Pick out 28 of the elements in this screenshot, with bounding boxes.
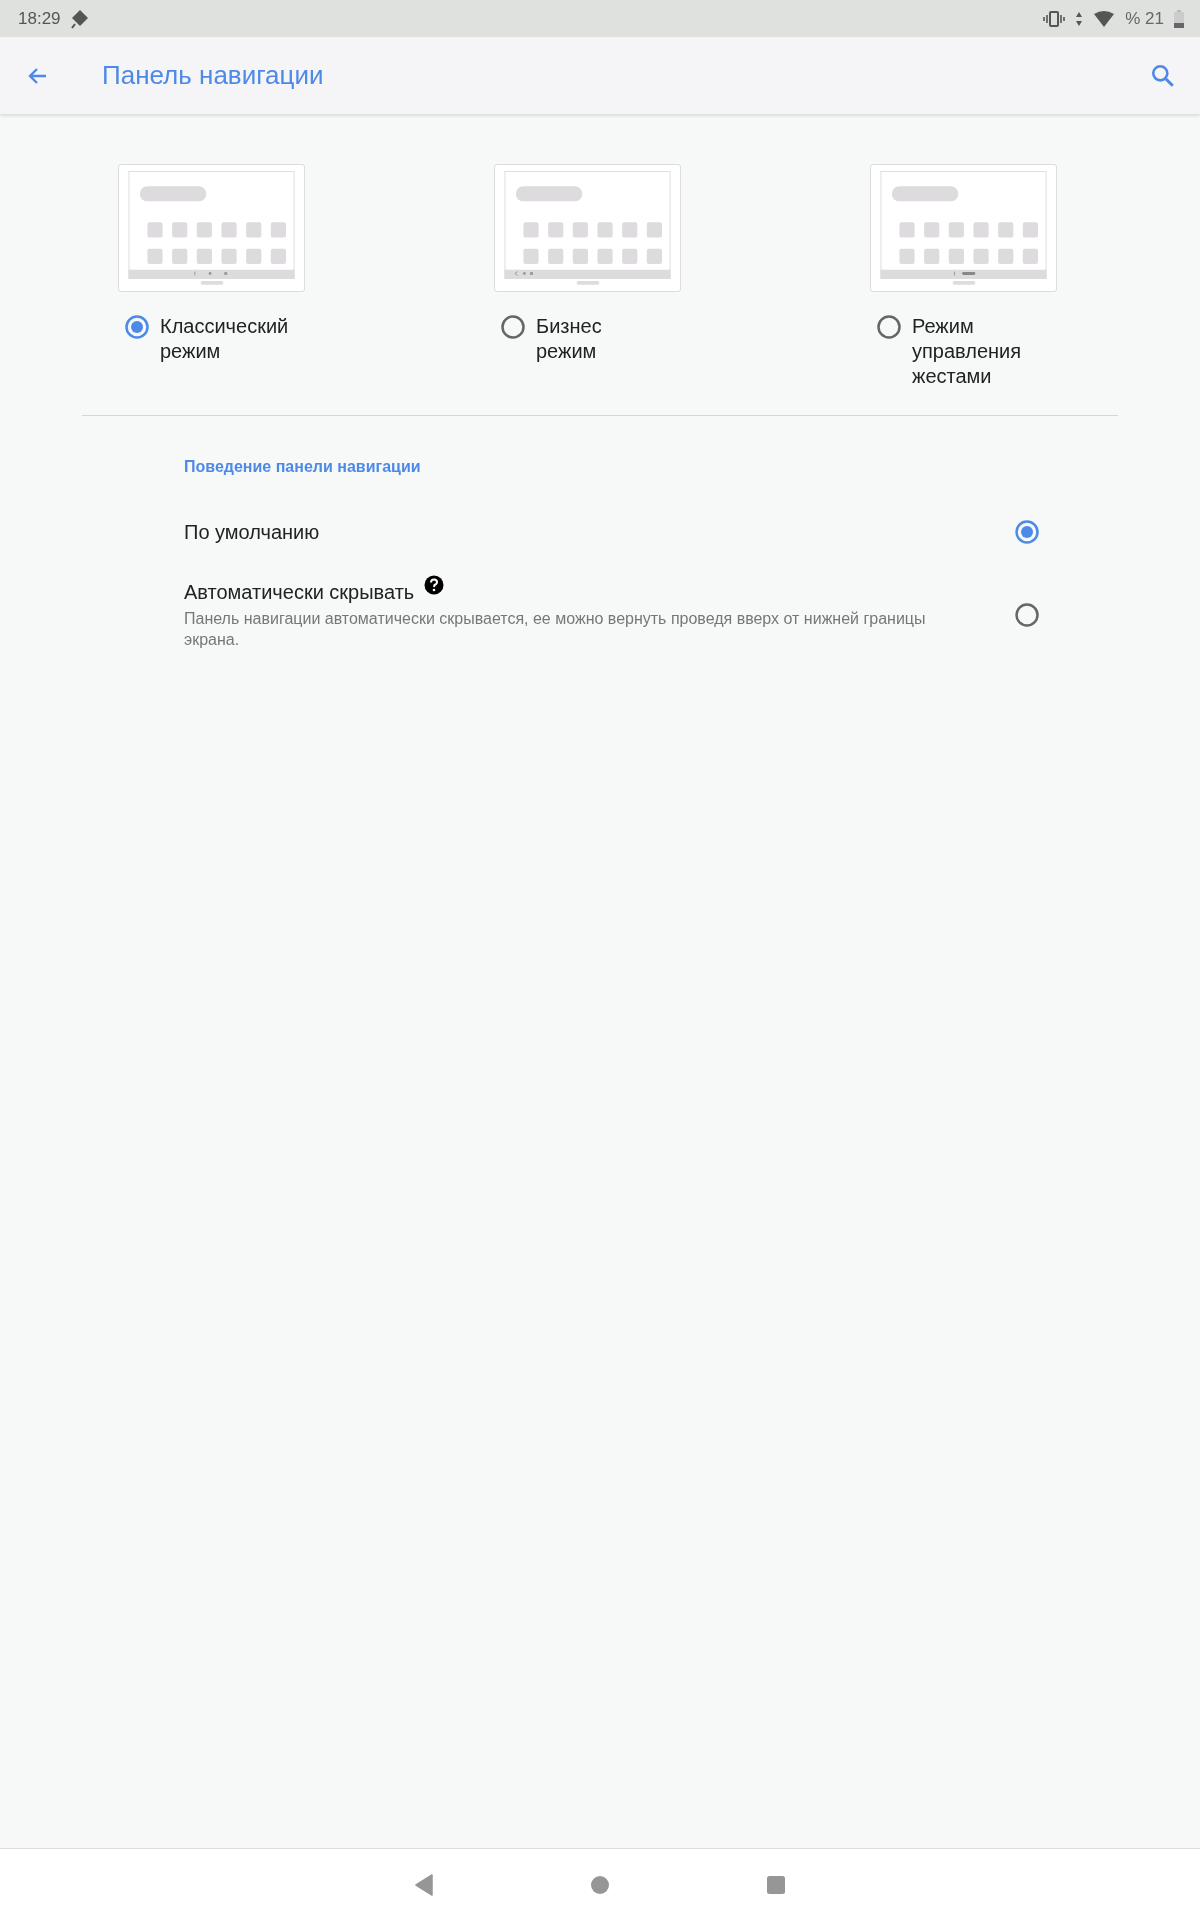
radio-button[interactable] bbox=[1014, 602, 1040, 628]
help-icon[interactable] bbox=[424, 574, 445, 595]
mode-label: Бизнес режим bbox=[536, 314, 602, 364]
square-icon bbox=[766, 1874, 786, 1895]
search-icon bbox=[1150, 62, 1176, 89]
mode-label: Режим управления жестами bbox=[912, 314, 1022, 389]
radio-button[interactable] bbox=[124, 314, 150, 340]
battery-icon bbox=[1174, 9, 1184, 28]
mode-label: Классический режим bbox=[160, 314, 289, 364]
triangle-icon bbox=[414, 1873, 434, 1896]
radio-button[interactable] bbox=[876, 314, 902, 340]
status-time: 18:29 bbox=[18, 8, 61, 29]
radio-button[interactable] bbox=[1014, 519, 1040, 545]
wifi-icon bbox=[1093, 10, 1116, 27]
option-title: Автоматически скрывать bbox=[184, 580, 415, 604]
option-title: По умолчанию bbox=[184, 520, 320, 544]
handle-icon bbox=[575, 281, 600, 285]
radio-button[interactable] bbox=[500, 314, 526, 340]
circle-icon bbox=[590, 1874, 610, 1895]
data-arrows-icon bbox=[1075, 10, 1084, 27]
handle-icon bbox=[951, 281, 976, 285]
notification-icon bbox=[70, 8, 89, 29]
option-description: Панель навигации автоматически скрывается, ее можно вернуть проведя вверх от нижней границы экрана. bbox=[184, 608, 927, 650]
vibrate-icon bbox=[1043, 10, 1066, 27]
battery-level: % 21 bbox=[1125, 8, 1164, 29]
section-title: Поведение панели навигации bbox=[184, 458, 422, 476]
page-title: Панель навигации bbox=[102, 60, 324, 91]
handle-icon bbox=[199, 281, 224, 285]
